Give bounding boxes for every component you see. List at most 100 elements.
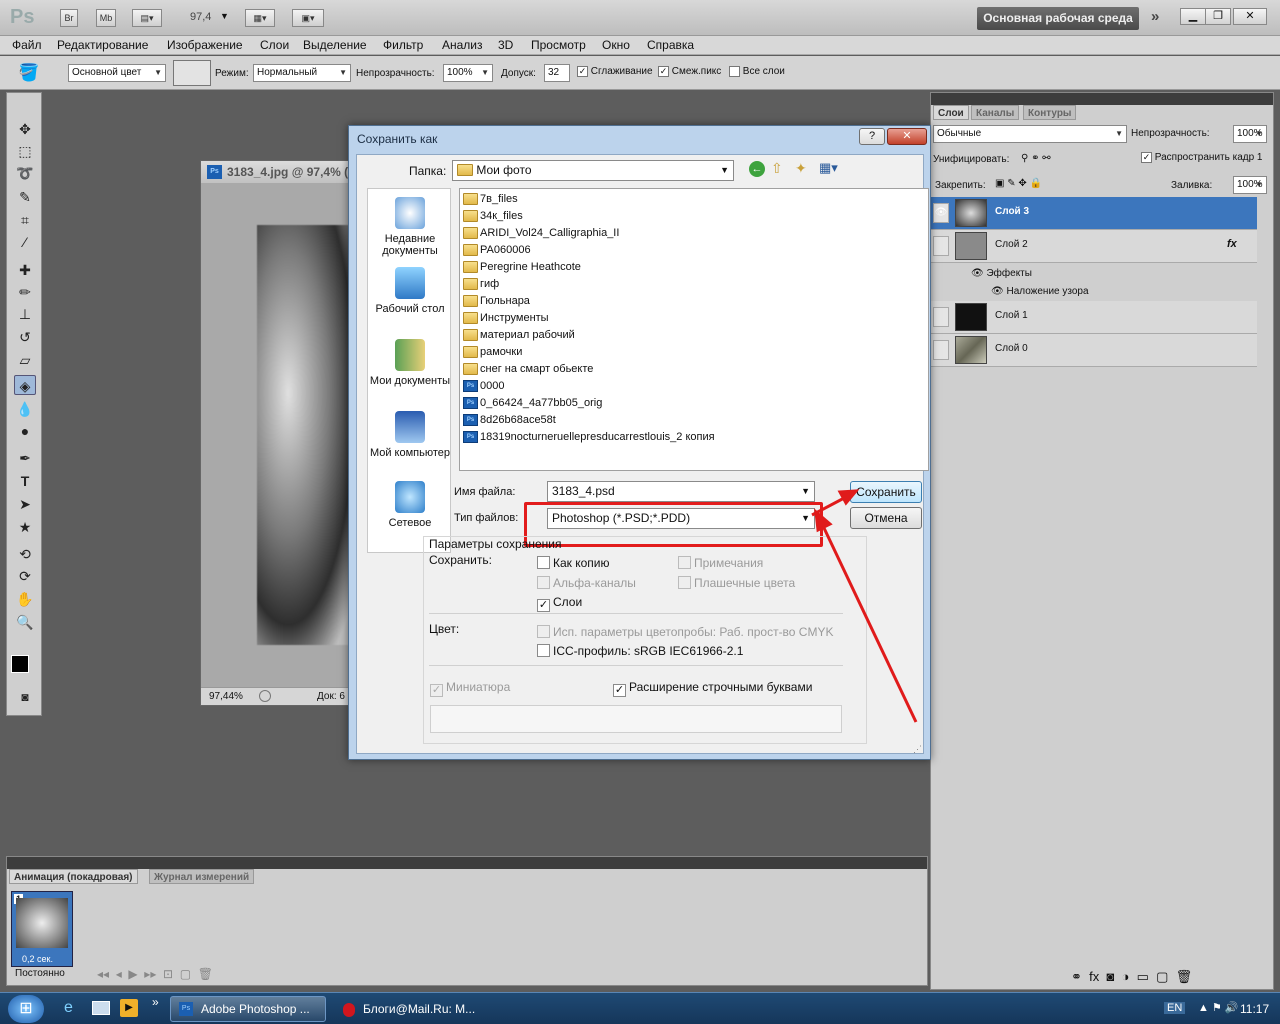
loop-select[interactable]: Постоянно: [15, 968, 65, 979]
zoom-dropdown-icon[interactable]: ▼: [220, 11, 229, 21]
proof-checkbox[interactable]: [537, 625, 550, 638]
layer-row[interactable]: Слой 2 fx: [931, 230, 1257, 263]
alpha-option[interactable]: Альфа-каналы: [537, 576, 636, 590]
more-quicklaunch-icon[interactable]: »: [152, 995, 159, 1009]
brush-tool-icon[interactable]: ✏: [14, 282, 36, 302]
thumbnail-option[interactable]: ✓ Миниатюра: [430, 680, 510, 697]
resize-grip-icon[interactable]: ⋰: [913, 744, 922, 755]
shape-tool-icon[interactable]: ★: [14, 517, 36, 537]
fx-icon[interactable]: fx: [1227, 238, 1237, 250]
dodge-tool-icon[interactable]: ●: [14, 421, 36, 441]
eye-icon[interactable]: 👁: [933, 203, 949, 223]
type-tool-icon[interactable]: T: [14, 471, 36, 491]
menu-image[interactable]: Изображение: [167, 38, 243, 52]
menu-filter[interactable]: Фильтр: [383, 38, 423, 52]
help-button[interactable]: ?: [859, 128, 885, 145]
bridge-button[interactable]: Br: [60, 9, 78, 27]
thumbnail-checkbox[interactable]: ✓: [430, 684, 443, 697]
proof-option[interactable]: Исп. параметры цветопробы: Раб. прост-во…: [537, 625, 833, 639]
eraser-tool-icon[interactable]: ▱: [14, 350, 36, 370]
opacity-input[interactable]: 100%: [443, 64, 493, 82]
list-item[interactable]: Ps 18319nocturneruellepresducarrestlouis_…: [463, 429, 715, 446]
effect-item[interactable]: 👁 Наложение узора: [991, 286, 1089, 297]
dialog-close-button[interactable]: ✕: [887, 128, 927, 145]
save-button[interactable]: Сохранить: [850, 481, 922, 503]
pattern-picker[interactable]: [173, 60, 211, 86]
all-layers-checkbox[interactable]: [729, 66, 740, 77]
workspace-button[interactable]: Основная рабочая среда: [977, 7, 1139, 30]
zoom-tool-icon[interactable]: 🔍: [14, 612, 36, 632]
tab-layers[interactable]: Слои: [933, 105, 969, 120]
icc-option[interactable]: ICC-профиль: sRGB IEC61966-2.1: [537, 644, 743, 658]
menu-select[interactable]: Выделение: [303, 38, 367, 52]
animation-frame[interactable]: 1 0,2 сек.: [11, 891, 73, 967]
cancel-button[interactable]: Отмена: [850, 507, 922, 529]
zoom-status[interactable]: 97,44%: [209, 688, 243, 706]
list-item[interactable]: 7в_files: [463, 191, 518, 208]
up-folder-icon[interactable]: ⇧: [771, 160, 783, 177]
place-recent[interactable]: Недавние документы: [368, 197, 452, 257]
marquee-tool-icon[interactable]: ⬚: [14, 141, 36, 161]
layer-blend-mode-select[interactable]: Обычные: [933, 125, 1127, 143]
view-extras-button[interactable]: ▤▾: [132, 9, 162, 27]
layer-row[interactable]: Слой 1: [931, 301, 1257, 334]
fill-input[interactable]: 100%: [1233, 176, 1267, 194]
minimize-button[interactable]: ▁: [1180, 8, 1206, 25]
paint-bucket-tool-icon[interactable]: ◈: [14, 375, 36, 395]
lasso-tool-icon[interactable]: ➰: [14, 163, 36, 183]
as-copy-option[interactable]: Как копию: [537, 556, 610, 570]
quick-select-tool-icon[interactable]: ✎: [14, 187, 36, 207]
menu-window[interactable]: Окно: [602, 38, 630, 52]
media-player-icon[interactable]: ▶: [120, 999, 138, 1017]
view-menu-icon[interactable]: ▦▾: [819, 160, 838, 176]
list-item[interactable]: Гюльнара: [463, 293, 530, 310]
eyedropper-tool-icon[interactable]: ⁄: [14, 232, 36, 252]
list-item[interactable]: ARIDI_Vol24_Calligraphia_II: [463, 225, 619, 242]
layer-row[interactable]: Слой 0: [931, 334, 1257, 367]
tab-measurement-log[interactable]: Журнал измерений: [149, 869, 255, 884]
list-item[interactable]: Ps 0000: [463, 378, 504, 395]
place-desktop[interactable]: Рабочий стол: [368, 267, 452, 315]
list-item[interactable]: 34к_files: [463, 208, 523, 225]
layer-opacity-input[interactable]: 100%: [1233, 125, 1267, 143]
menu-edit[interactable]: Редактирование: [57, 38, 148, 52]
icc-checkbox[interactable]: [537, 644, 550, 657]
alpha-checkbox[interactable]: [537, 576, 550, 589]
restore-button[interactable]: ❐: [1205, 8, 1231, 25]
more-workspaces-icon[interactable]: »: [1151, 8, 1159, 25]
document-canvas[interactable]: [257, 225, 361, 645]
menu-view[interactable]: Просмотр: [531, 38, 586, 52]
list-item[interactable]: Ps 0_66424_4a77bb05_orig: [463, 395, 602, 412]
place-documents[interactable]: Мои документы: [368, 339, 452, 387]
clock[interactable]: 11:17: [1240, 1002, 1269, 1016]
list-item[interactable]: материал рабочий: [463, 327, 575, 344]
spot-option[interactable]: Плашечные цвета: [678, 576, 795, 590]
status-info-icon[interactable]: [259, 690, 271, 702]
history-brush-tool-icon[interactable]: ↺: [14, 327, 36, 347]
layer-bottom-buttons[interactable]: ⚭ fx ◙ ◑ ▭ ▢ 🗑: [1071, 969, 1192, 985]
as-copy-checkbox[interactable]: [537, 556, 550, 569]
pen-tool-icon[interactable]: ✒: [14, 448, 36, 468]
foreground-color-swatch[interactable]: [11, 655, 29, 673]
antialias-checkbox[interactable]: ✓: [577, 66, 588, 77]
crop-tool-icon[interactable]: ⌗: [14, 210, 36, 230]
move-tool-icon[interactable]: ✥: [14, 119, 36, 139]
list-item[interactable]: Инструменты: [463, 310, 549, 327]
menu-3d[interactable]: 3D: [498, 38, 513, 52]
list-item[interactable]: гиф: [463, 276, 499, 293]
quick-mask-icon[interactable]: ◙: [14, 687, 36, 707]
mini-bridge-button[interactable]: Mb: [96, 9, 116, 27]
layers-option[interactable]: ✓ Слои: [537, 595, 582, 612]
lock-icons[interactable]: ▣ ✎ ✥ 🔒: [995, 178, 1042, 189]
list-item[interactable]: Ps 8d26b68ace58t: [463, 412, 556, 429]
clone-stamp-tool-icon[interactable]: ⊥: [14, 304, 36, 324]
zoom-level[interactable]: 97,4: [190, 11, 211, 23]
3d-rotate-tool-icon[interactable]: ⟲: [14, 544, 36, 564]
menu-help[interactable]: Справка: [647, 38, 694, 52]
layer-row[interactable]: 👁 Слой 3: [931, 197, 1257, 230]
back-icon[interactable]: ←: [749, 161, 765, 177]
notes-option[interactable]: Примечания: [678, 556, 763, 570]
healing-brush-tool-icon[interactable]: ✚: [14, 260, 36, 280]
ie-icon[interactable]: e: [64, 999, 73, 1017]
show-desktop-icon[interactable]: [92, 1001, 110, 1015]
